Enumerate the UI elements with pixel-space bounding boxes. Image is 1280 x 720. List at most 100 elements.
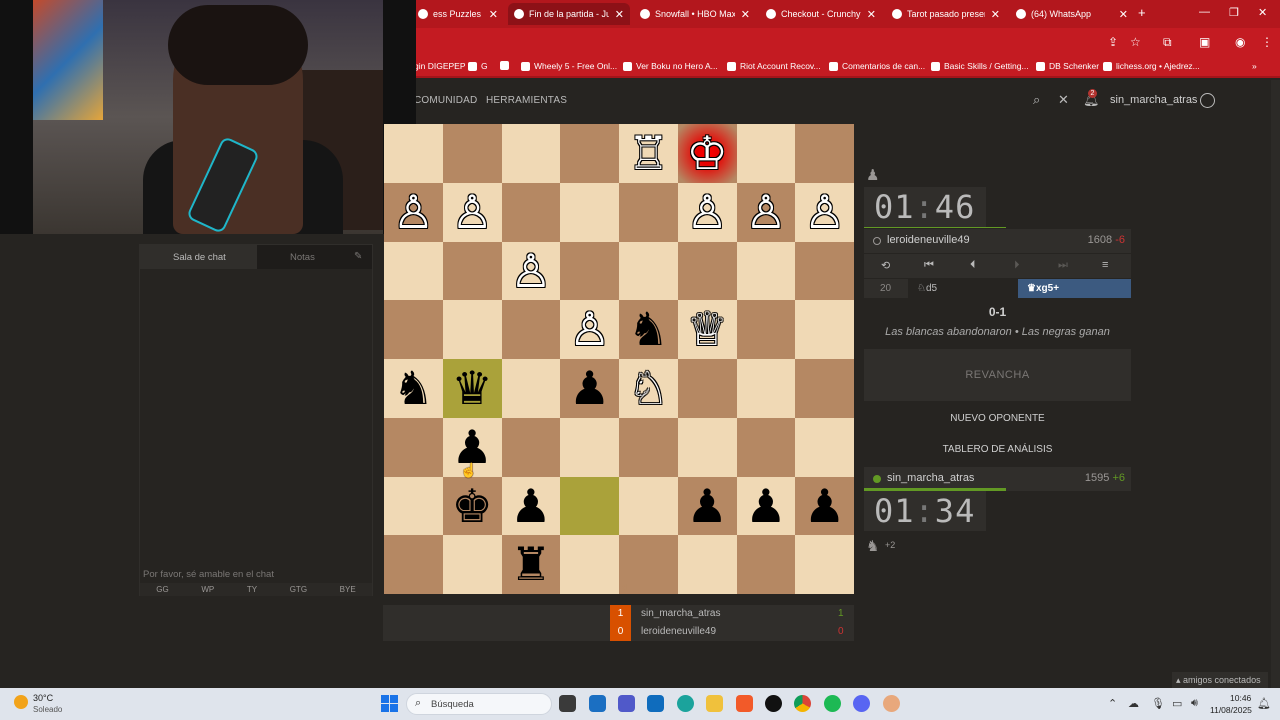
header-username[interactable]: sin_marcha_atras (1110, 94, 1197, 106)
chat-settings-icon[interactable]: ✎ (354, 251, 362, 262)
tab-close-icon[interactable]: ✕ (741, 8, 750, 21)
board-square-c3[interactable] (677, 241, 737, 301)
weather-temperature[interactable]: 30°C (33, 693, 53, 703)
board-square-e3[interactable] (560, 241, 619, 301)
profile-icon[interactable]: ◉ (1235, 35, 1245, 49)
next-move-icon[interactable]: ⏵ (1014, 259, 1020, 272)
board-square-g8[interactable] (442, 535, 502, 594)
black-rook-icon[interactable]: ♜ (502, 535, 561, 594)
board-square-c5[interactable] (677, 359, 737, 418)
black-pawn-icon[interactable]: ♟ (502, 477, 561, 536)
board-square-b4[interactable] (736, 300, 796, 359)
app-icon[interactable] (883, 695, 900, 712)
last-move-icon[interactable]: ⏭ (1058, 259, 1068, 272)
board-square-f5[interactable] (501, 359, 561, 418)
chat-preset-button[interactable]: BYE (340, 583, 356, 596)
browser-tab[interactable]: Snowfall • HBO Max ✕ (634, 3, 756, 25)
board-square-h7[interactable] (384, 476, 443, 536)
bookmark-item[interactable]: Wheely 5 - Free Onl... (521, 61, 617, 71)
white-pawn-icon[interactable]: ♙ (795, 183, 854, 242)
board-square-d8[interactable] (619, 535, 678, 594)
bookmark-star-icon[interactable]: ☆ (1130, 35, 1141, 49)
edge-icon[interactable] (677, 695, 694, 712)
challenge-icon[interactable]: ✕ (1058, 92, 1069, 108)
microphone-icon[interactable]: 🎙︎ (1151, 697, 1165, 710)
board-square-g1[interactable] (442, 124, 502, 183)
white-pawn-icon[interactable]: ♙ (384, 183, 443, 242)
bookmark-item[interactable]: G (468, 61, 488, 71)
maximize-icon[interactable]: ❐ (1229, 6, 1239, 19)
tab-close-icon[interactable]: ✕ (615, 8, 624, 21)
browser-tab[interactable]: Fin de la partida - Jug ✕ (508, 3, 630, 25)
board-square-e8[interactable] (560, 535, 619, 594)
outlook-icon[interactable] (647, 695, 664, 712)
browser-tab[interactable]: (64) WhatsApp ✕ (1010, 3, 1134, 25)
white-pawn-icon[interactable]: ♙ (737, 183, 796, 242)
board-square-c6[interactable] (677, 417, 737, 477)
tab-close-icon[interactable]: ✕ (867, 8, 876, 21)
bookmark-item[interactable]: lichess.org • Ajedrez... (1103, 61, 1200, 71)
taskbar-search[interactable]: ⌕ Búsqueda (406, 693, 552, 715)
crosstable-name-2[interactable]: leroideneuville49 (641, 626, 716, 637)
white-pawn-icon[interactable]: ♙ (443, 183, 502, 242)
board-square-h1[interactable] (384, 124, 443, 183)
chess-board[interactable]: 1 2 3 4 5 6 7 8 h g f e d c b a ♖ ♔ ♙ ♙ ♙ ♙ ♙ ♙ ♙ ♞ ♕ ♞ ♛ ♟ ♘ ♟ ♚ ♟ ♟ ♟ ♟ ♜ (384, 124, 854, 594)
sidebar-icon[interactable]: ▣ (1199, 35, 1210, 49)
board-square-d3[interactable] (619, 241, 678, 301)
board-square-h8[interactable] (384, 535, 443, 594)
white-king-icon[interactable]: ♔ (678, 124, 737, 183)
tiktok-icon[interactable] (765, 695, 782, 712)
chat-preset-button[interactable]: TY (247, 583, 257, 596)
bookmark-item[interactable]: DB Schenker (1036, 61, 1099, 71)
board-square-a6[interactable] (795, 417, 854, 477)
white-pawn-icon[interactable]: ♙ (560, 300, 619, 359)
board-square-b8[interactable] (736, 535, 796, 594)
tray-chevron-icon[interactable]: ⌃ (1108, 697, 1117, 710)
browser-tab[interactable]: Tarot pasado presente ✕ (886, 3, 1006, 25)
bookmark-item[interactable]: Ver Boku no Hero A... (623, 61, 718, 71)
taskbar-time[interactable]: 10:46 (1230, 693, 1251, 703)
bookmark-item[interactable]: Comentarios de can... (829, 61, 925, 71)
bookmark-item[interactable]: gin DIGEPEP (414, 61, 466, 71)
spotify-icon[interactable] (824, 695, 841, 712)
windows-start-icon[interactable] (381, 695, 398, 712)
browser-tab[interactable]: ess Puzzles - Impro ✕ (412, 3, 504, 25)
board-square-h4[interactable] (384, 300, 443, 359)
bookmarks-more[interactable]: » (1252, 61, 1257, 71)
board-square-f1[interactable] (501, 124, 561, 183)
teams-icon[interactable] (618, 695, 635, 712)
crosstable-name-1[interactable]: sin_marcha_atras (641, 608, 720, 619)
chat-preset-button[interactable]: GG (156, 583, 168, 596)
taskbar-date[interactable]: 11/08/2025 (1210, 705, 1252, 715)
new-tab-button[interactable]: + (1138, 5, 1146, 20)
white-rook-icon[interactable]: ♖ (619, 124, 678, 183)
board-square-a5[interactable] (795, 359, 854, 418)
board-square-a4[interactable] (795, 300, 854, 359)
board-square-d6[interactable] (619, 417, 678, 477)
black-knight-icon[interactable]: ♞ (384, 359, 443, 418)
white-knight-icon[interactable]: ♘ (619, 359, 678, 418)
black-king-icon[interactable]: ♚ (443, 477, 502, 536)
bookmark-item[interactable] (500, 61, 513, 70)
board-square-g3[interactable] (442, 241, 502, 301)
task-view-icon[interactable] (559, 695, 576, 712)
black-pawn-icon[interactable]: ♟ (795, 477, 854, 536)
board-square-f4[interactable] (501, 300, 561, 359)
chat-preset-button[interactable]: GTG (290, 583, 307, 596)
menu-kebab-icon[interactable]: ⋮ (1261, 35, 1273, 49)
board-square-d2[interactable] (619, 182, 678, 242)
new-opponent-button[interactable]: NUEVO OPONENTE (864, 413, 1131, 424)
board-square-b3[interactable] (736, 241, 796, 301)
board-square-a8[interactable] (795, 535, 854, 594)
close-window-icon[interactable]: ✕ (1258, 6, 1267, 19)
board-square-b5[interactable] (736, 359, 796, 418)
file-explorer-icon[interactable] (706, 695, 723, 712)
board-square-e2[interactable] (560, 182, 619, 242)
menu-icon[interactable]: ≡ (1102, 259, 1108, 271)
tab-close-icon[interactable]: ✕ (991, 8, 1000, 21)
tab-close-icon[interactable]: ✕ (1119, 8, 1128, 21)
flip-board-icon[interactable]: ⟲ (881, 259, 890, 272)
board-square-h6[interactable] (384, 417, 443, 477)
page-scrollbar[interactable] (1271, 80, 1280, 690)
board-square-a1[interactable] (795, 124, 854, 183)
